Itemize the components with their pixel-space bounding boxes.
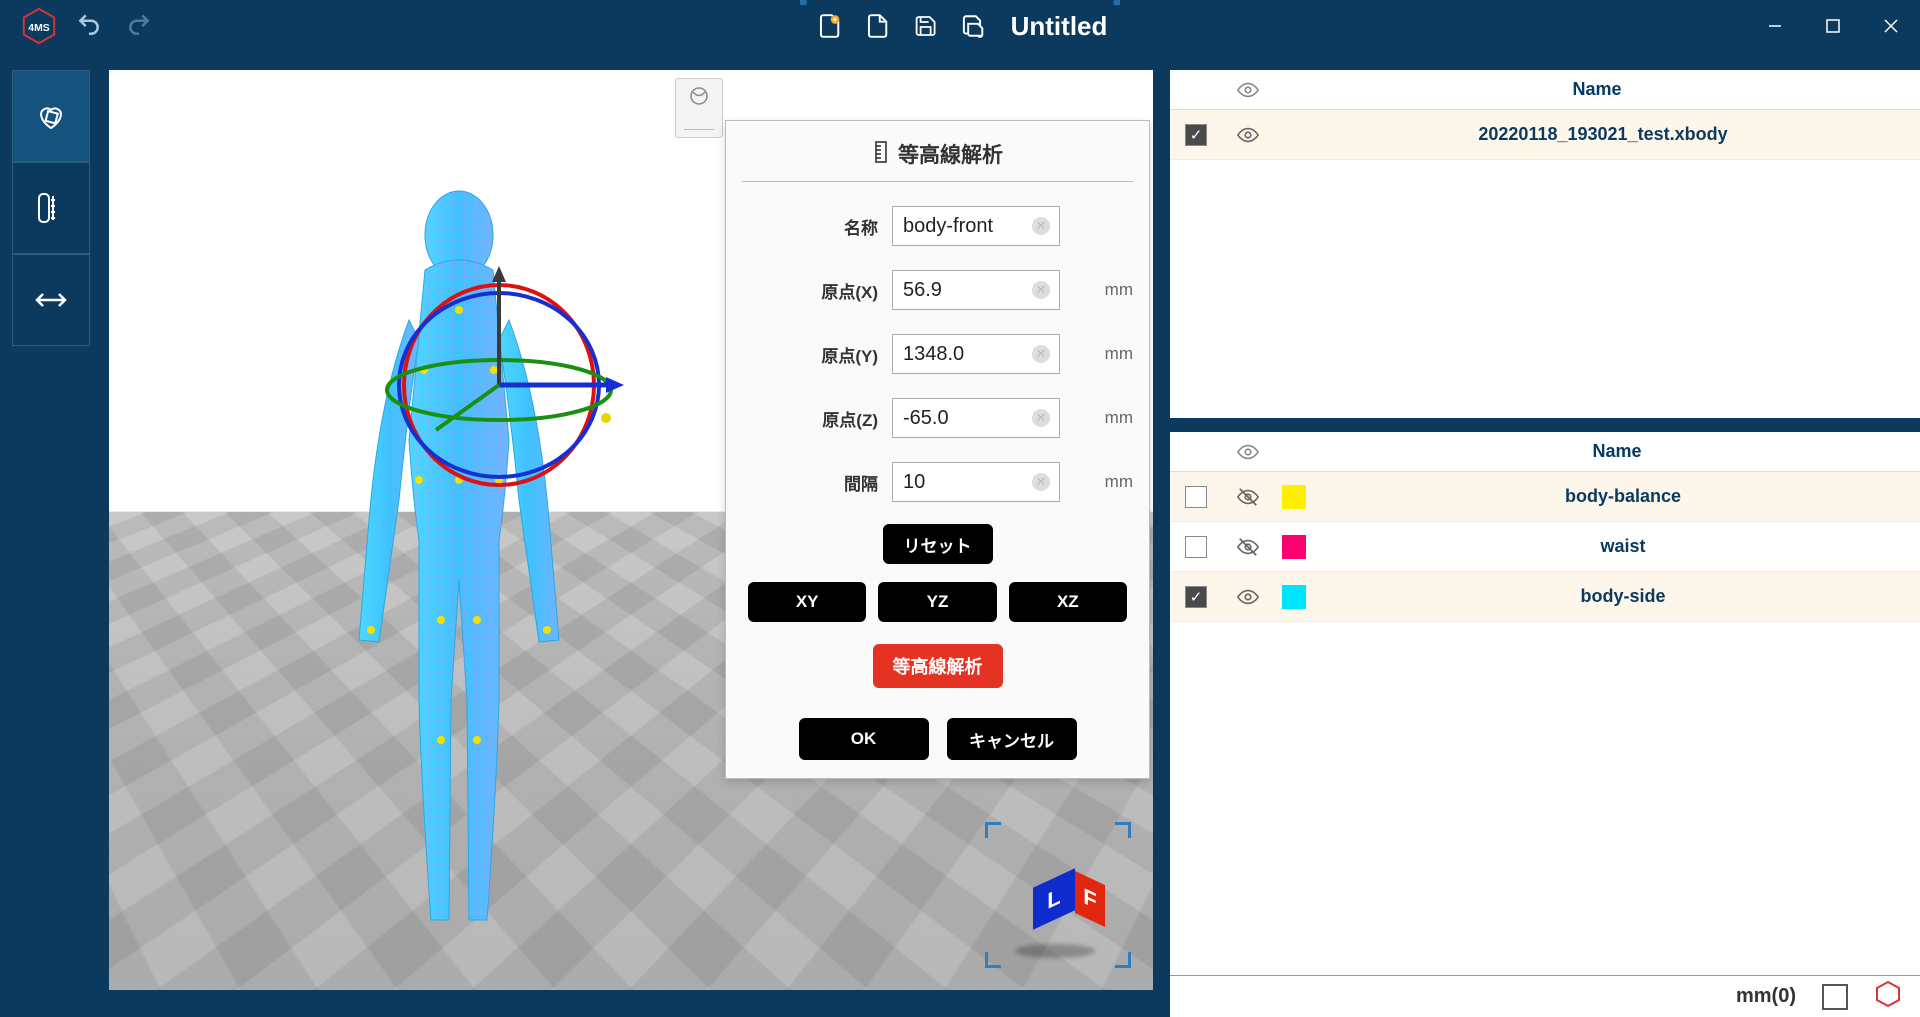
left-toolbar — [12, 70, 90, 346]
contour-analysis-dialog: 等高線解析 名称 ✕ 原点(X) ✕ mm 原点(Y) ✕ mm 原点(Z) ✕… — [725, 120, 1150, 779]
tool-arrows[interactable] — [12, 254, 90, 346]
plane-xz-button[interactable]: XZ — [1009, 582, 1127, 622]
tool-measure[interactable] — [12, 162, 90, 254]
list-item[interactable]: body-balance — [1170, 472, 1920, 522]
unit-label: mm — [1105, 472, 1133, 492]
unit-label: mm — [1105, 280, 1133, 300]
ruler-icon — [872, 141, 890, 168]
open-doc-icon[interactable] — [861, 9, 895, 43]
nav-cube[interactable]: L F — [993, 830, 1123, 960]
list-item[interactable]: 20220118_193021_test.xbody — [1170, 110, 1920, 160]
clear-icon[interactable]: ✕ — [1032, 409, 1050, 427]
plane-yz-button[interactable]: YZ — [878, 582, 996, 622]
viewport-toggle[interactable] — [675, 78, 723, 138]
clear-icon[interactable]: ✕ — [1032, 217, 1050, 235]
list-item[interactable]: waist — [1170, 522, 1920, 572]
cube-face-left[interactable]: L — [1033, 868, 1075, 930]
analyse-button[interactable]: 等高線解析 — [873, 644, 1003, 688]
new-doc-icon[interactable] — [813, 9, 847, 43]
checkbox[interactable] — [1185, 586, 1207, 608]
close-button[interactable] — [1862, 6, 1920, 46]
status-box-icon[interactable] — [1822, 984, 1848, 1010]
status-bar: mm(0) — [1170, 975, 1920, 1017]
item-name: body-side — [1314, 586, 1920, 607]
clear-icon[interactable]: ✕ — [1032, 281, 1050, 299]
color-swatch — [1282, 585, 1306, 609]
clear-icon[interactable]: ✕ — [1032, 345, 1050, 363]
save-as-icon[interactable] — [957, 9, 991, 43]
eye-header-icon — [1222, 441, 1274, 463]
label-origin-y: 原点(Y) — [742, 342, 892, 367]
color-swatch — [1282, 485, 1306, 509]
visibility-toggle[interactable] — [1222, 536, 1274, 558]
checkbox[interactable] — [1185, 536, 1207, 558]
visibility-toggle[interactable] — [1222, 486, 1274, 508]
mm-status: mm(0) — [1736, 985, 1796, 1008]
redo-icon[interactable] — [126, 11, 152, 42]
status-hex-icon[interactable] — [1874, 980, 1902, 1013]
name-header: Name — [1314, 441, 1920, 462]
save-icon[interactable] — [909, 9, 943, 43]
rotation-gizmo[interactable] — [374, 260, 624, 510]
clear-icon[interactable]: ✕ — [1032, 473, 1050, 491]
list-item[interactable]: body-side — [1170, 572, 1920, 622]
item-name: body-balance — [1314, 486, 1920, 507]
item-name: 20220118_193021_test.xbody — [1274, 124, 1920, 145]
svg-text:4MS: 4MS — [28, 23, 49, 34]
plane-xy-button[interactable]: XY — [748, 582, 866, 622]
eye-header-icon — [1222, 79, 1274, 101]
name-header: Name — [1274, 79, 1920, 100]
document-title: Untitled — [1011, 11, 1108, 42]
ok-button[interactable]: OK — [799, 718, 929, 760]
maximize-button[interactable] — [1804, 6, 1862, 46]
title-bar: 4MS Untitled — [0, 0, 1920, 52]
visibility-toggle[interactable] — [1222, 586, 1274, 608]
checkbox[interactable] — [1185, 124, 1207, 146]
visibility-toggle[interactable] — [1222, 124, 1274, 146]
checkbox[interactable] — [1185, 486, 1207, 508]
label-origin-x: 原点(X) — [742, 278, 892, 303]
contour-list-panel: Name body-balancewaistbody-side ランドマーク計測… — [1170, 428, 1920, 1017]
minimize-button[interactable] — [1746, 6, 1804, 46]
cube-face-front[interactable]: F — [1075, 871, 1105, 927]
reset-button[interactable]: リセット — [883, 524, 993, 564]
undo-icon[interactable] — [76, 11, 102, 42]
tool-heart-cube[interactable] — [12, 70, 90, 162]
label-interval: 間隔 — [742, 470, 892, 495]
body-list-panel: Name 20220118_193021_test.xbody — [1170, 70, 1920, 418]
unit-label: mm — [1105, 408, 1133, 428]
unit-label: mm — [1105, 344, 1133, 364]
color-swatch — [1282, 535, 1306, 559]
app-logo: 4MS — [20, 7, 58, 45]
dialog-title: 等高線解析 — [898, 139, 1003, 169]
label-name: 名称 — [742, 214, 892, 239]
cancel-button[interactable]: キャンセル — [947, 718, 1077, 760]
label-origin-z: 原点(Z) — [742, 406, 892, 431]
item-name: waist — [1314, 536, 1920, 557]
